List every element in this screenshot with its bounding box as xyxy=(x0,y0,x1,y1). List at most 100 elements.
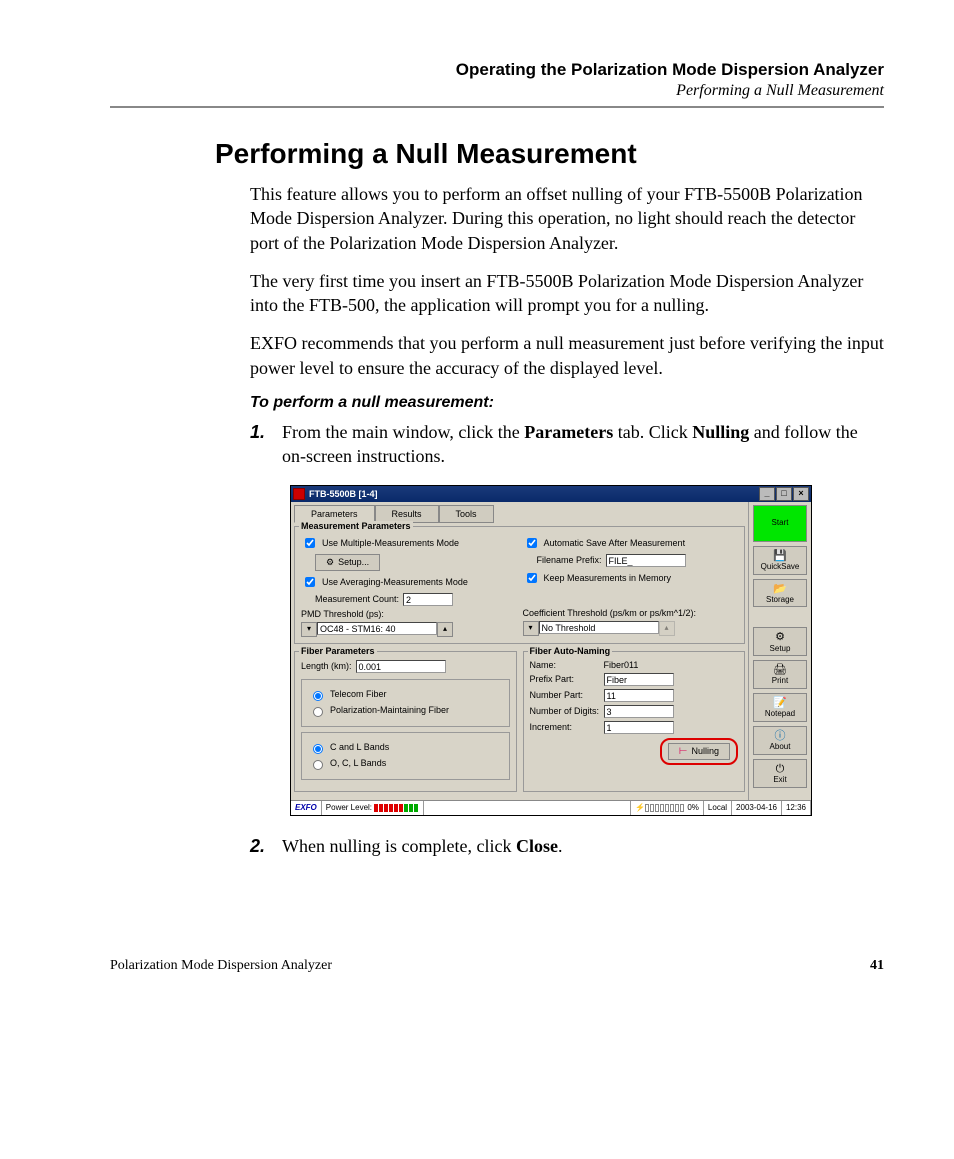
nulling-button[interactable]: ⊢Nulling xyxy=(668,743,730,760)
auto-save-label: Automatic Save After Measurement xyxy=(544,538,686,548)
ocl-bands-radio[interactable] xyxy=(313,760,323,770)
titlebar: FTB-5500B [1-4] _ □ × xyxy=(291,486,811,502)
coef-up-button[interactable]: ▴ xyxy=(659,621,675,636)
number-digits-input[interactable]: 3 xyxy=(604,705,674,718)
measurement-parameters-legend: Measurement Parameters xyxy=(299,521,413,531)
storage-button[interactable]: 📂Storage xyxy=(753,579,807,608)
fiber-auto-naming-group: Fiber Auto-Naming Name:Fiber011 Prefix P… xyxy=(523,651,746,792)
prefix-part-label: Prefix Part: xyxy=(530,674,600,684)
pm-fiber-label: Polarization-Maintaining Fiber xyxy=(330,705,449,715)
setup-side-button[interactable]: ⚙Setup xyxy=(753,627,807,656)
cl-bands-label: C and L Bands xyxy=(330,742,389,752)
step-2-body: When nulling is complete, click Close. xyxy=(282,834,884,858)
name-value: Fiber011 xyxy=(604,660,639,670)
folder-icon: 📂 xyxy=(754,583,806,595)
window-title: FTB-5500B [1-4] xyxy=(309,489,378,499)
intro-paragraph-2: The very first time you insert an FTB-55… xyxy=(250,269,884,318)
pmd-threshold-label: PMD Threshold (ps): xyxy=(301,609,384,619)
ocl-bands-label: O, C, L Bands xyxy=(330,758,386,768)
use-avg-label: Use Averaging-Measurements Mode xyxy=(322,577,468,587)
filename-prefix-label: Filename Prefix: xyxy=(537,555,602,565)
pmd-down-button[interactable]: ▾ xyxy=(301,622,317,637)
filename-prefix-input[interactable]: FILE_ xyxy=(606,554,686,567)
use-multi-checkbox[interactable] xyxy=(305,538,315,548)
increment-input[interactable]: 1 xyxy=(604,721,674,734)
exit-button[interactable]: ⏻Exit xyxy=(753,759,807,788)
notepad-icon: 📝 xyxy=(754,697,806,709)
quicksave-button[interactable]: 💾QuickSave xyxy=(753,546,807,575)
header-subtitle: Performing a Null Measurement xyxy=(110,82,884,100)
length-input[interactable]: 0.001 xyxy=(356,660,446,673)
tab-tools[interactable]: Tools xyxy=(439,505,494,523)
maximize-button[interactable]: □ xyxy=(776,487,792,501)
step-1: 1. From the main window, click the Param… xyxy=(250,420,884,469)
setup-button[interactable]: ⚙Setup... xyxy=(315,554,380,571)
app-icon xyxy=(293,488,305,500)
app-window: FTB-5500B [1-4] _ □ × Parameters Results… xyxy=(290,485,812,816)
header-rule xyxy=(110,106,884,108)
measurement-count-label: Measurement Count: xyxy=(315,594,399,604)
notepad-button[interactable]: 📝Notepad xyxy=(753,693,807,722)
lightning-icon: ⚡ xyxy=(635,803,645,812)
close-button[interactable]: × xyxy=(793,487,809,501)
sidebar: Start 💾QuickSave 📂Storage ⚙Setup 🖨Print … xyxy=(748,502,811,800)
coef-threshold-label: Coefficient Threshold (ps/km or ps/km^1/… xyxy=(523,608,696,618)
power-level-label: Power Level: xyxy=(326,803,372,812)
pmd-up-button[interactable]: ▴ xyxy=(437,622,453,637)
setup-icon: ⚙ xyxy=(326,557,334,568)
step-2-number: 2. xyxy=(250,834,282,858)
cl-bands-radio[interactable] xyxy=(313,744,323,754)
number-part-input[interactable]: 11 xyxy=(604,689,674,702)
page-footer: Polarization Mode Dispersion Analyzer 41 xyxy=(110,958,884,974)
status-time: 12:36 xyxy=(782,801,811,815)
use-avg-checkbox[interactable] xyxy=(305,577,315,587)
instruction-heading: To perform a null measurement: xyxy=(250,394,884,412)
fiber-auto-naming-legend: Fiber Auto-Naming xyxy=(528,646,613,656)
intro-paragraph-1: This feature allows you to perform an of… xyxy=(250,182,884,255)
intro-paragraph-3: EXFO recommends that you perform a null … xyxy=(250,331,884,380)
length-label: Length (km): xyxy=(301,661,352,671)
status-bar: EXFO Power Level: ⚡ 0% Local 2003-04-16 … xyxy=(291,800,811,815)
page-heading: Performing a Null Measurement xyxy=(215,138,884,170)
telecom-fiber-radio[interactable] xyxy=(313,691,323,701)
footer-page-number: 41 xyxy=(870,958,884,974)
about-button[interactable]: ⓘAbout xyxy=(753,726,807,755)
header-title: Operating the Polarization Mode Dispersi… xyxy=(110,60,884,80)
fiber-parameters-group: Fiber Parameters Length (km):0.001 Telec… xyxy=(294,651,517,792)
telecom-fiber-label: Telecom Fiber xyxy=(330,689,387,699)
power-level-section: Power Level: xyxy=(322,801,424,815)
auto-save-checkbox[interactable] xyxy=(527,538,537,548)
prefix-part-input[interactable]: Fiber xyxy=(604,673,674,686)
keep-memory-checkbox[interactable] xyxy=(527,573,537,583)
exfo-logo: EXFO xyxy=(291,801,322,815)
screenshot: FTB-5500B [1-4] _ □ × Parameters Results… xyxy=(290,485,884,816)
step-1-number: 1. xyxy=(250,420,282,469)
progress-percent: 0% xyxy=(687,803,699,812)
coef-down-button[interactable]: ▾ xyxy=(523,621,539,636)
local-status: Local xyxy=(704,801,732,815)
pmd-threshold-input[interactable]: OC48 - STM16: 40 xyxy=(317,622,437,635)
use-multi-label: Use Multiple-Measurements Mode xyxy=(322,538,459,548)
start-button[interactable]: Start xyxy=(753,505,807,542)
minimize-button[interactable]: _ xyxy=(759,487,775,501)
keep-memory-label: Keep Measurements in Memory xyxy=(544,573,672,583)
print-button[interactable]: 🖨Print xyxy=(753,660,807,689)
number-part-label: Number Part: xyxy=(530,690,600,700)
status-date: 2003-04-16 xyxy=(732,801,782,815)
step-1-body: From the main window, click the Paramete… xyxy=(282,420,884,469)
name-label: Name: xyxy=(530,660,600,670)
measurement-count-input[interactable]: 2 xyxy=(403,593,453,606)
pm-fiber-radio[interactable] xyxy=(313,707,323,717)
progress-section: ⚡ 0% xyxy=(631,801,704,815)
print-icon: 🖨 xyxy=(754,664,806,676)
save-icon: 💾 xyxy=(754,550,806,562)
number-digits-label: Number of Digits: xyxy=(530,706,600,716)
info-icon: ⓘ xyxy=(754,730,806,742)
nulling-highlight: ⊢Nulling xyxy=(660,738,738,765)
footer-left: Polarization Mode Dispersion Analyzer xyxy=(110,958,332,974)
measurement-parameters-group: Measurement Parameters Use Multiple-Meas… xyxy=(294,526,745,644)
increment-label: Increment: xyxy=(530,722,600,732)
power-icon: ⏻ xyxy=(754,763,806,775)
coef-threshold-input[interactable]: No Threshold xyxy=(539,621,659,634)
step-2: 2. When nulling is complete, click Close… xyxy=(250,834,884,858)
